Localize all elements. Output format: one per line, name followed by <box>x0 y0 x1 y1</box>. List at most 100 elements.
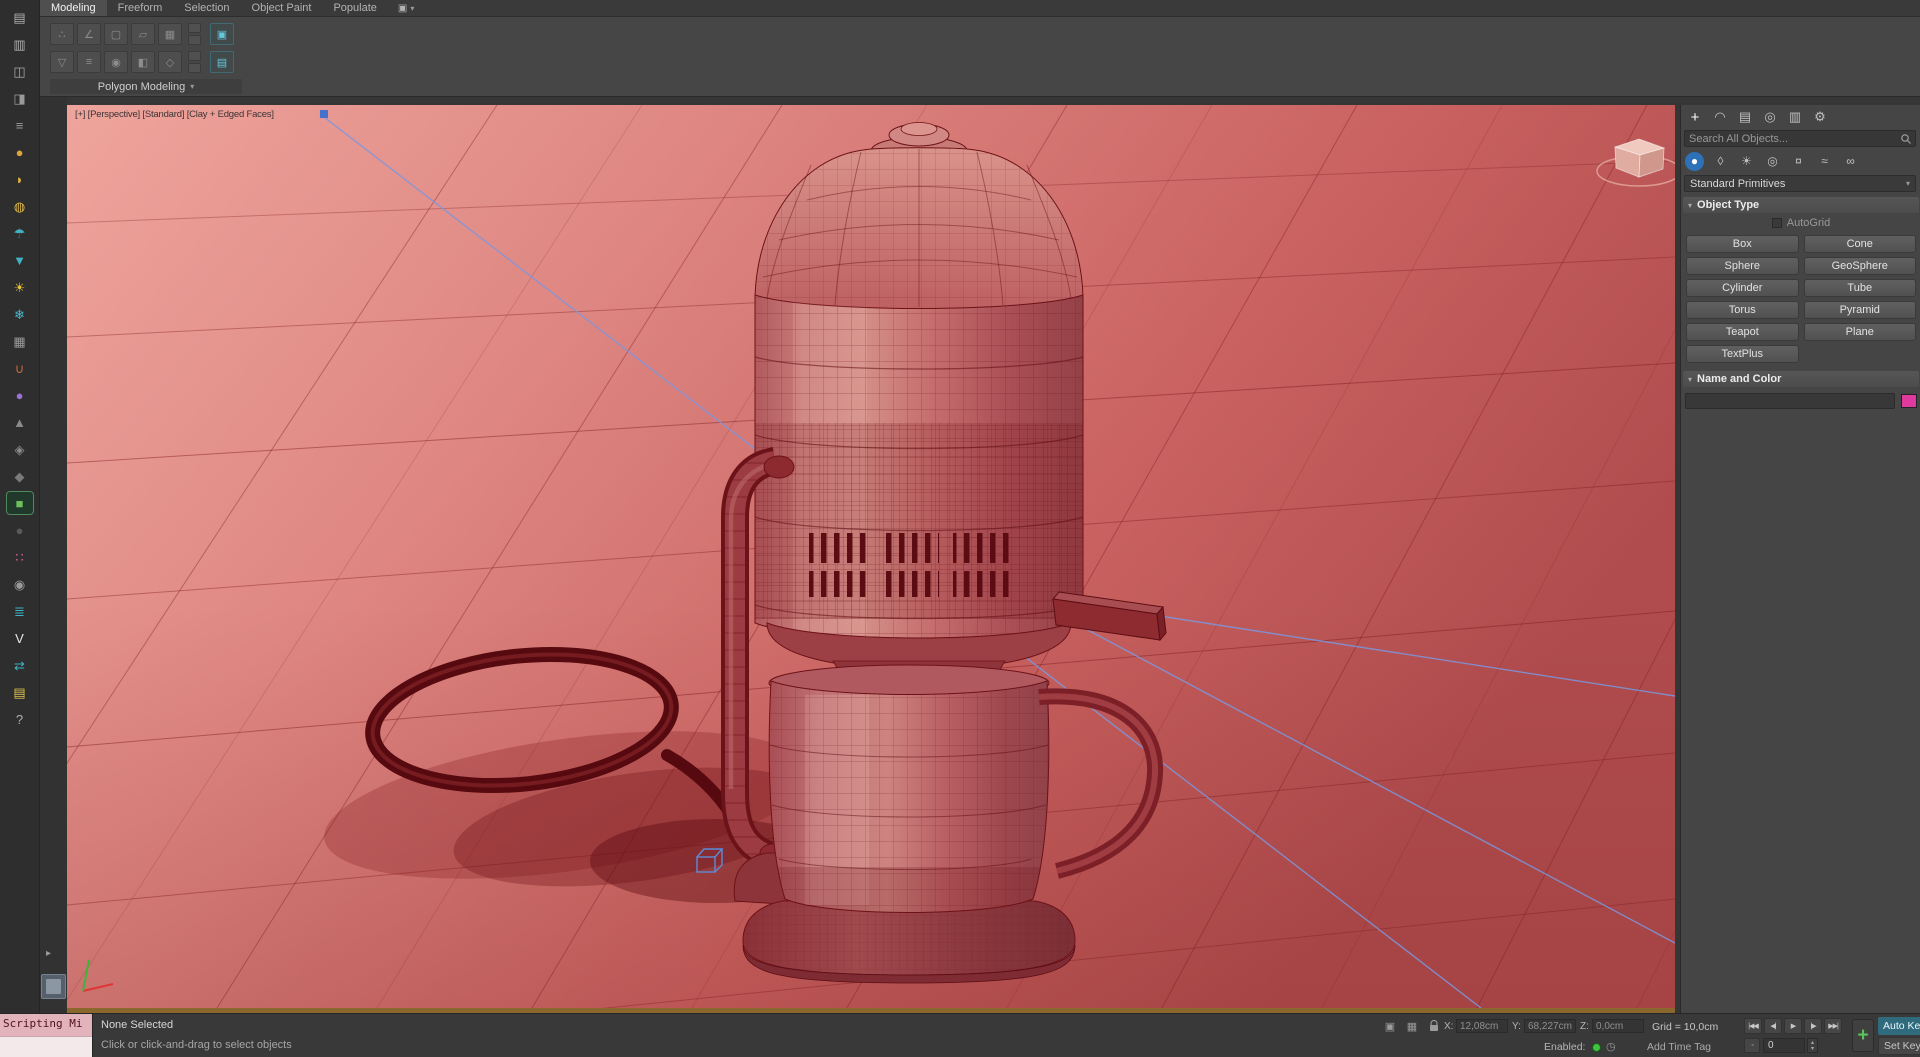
ribbon-display-menu[interactable]: ▣ ▾ <box>388 0 424 16</box>
current-frame-field[interactable] <box>1763 1038 1805 1053</box>
tab-freeform[interactable]: Freeform <box>107 0 174 16</box>
time-tag-clock-icon[interactable]: ◷ <box>1606 1040 1616 1053</box>
use-soft-selection-button[interactable]: ◉ <box>104 51 128 73</box>
ribbon-mini-button[interactable] <box>188 35 201 45</box>
textplus-button[interactable]: TextPlus <box>1686 345 1799 363</box>
toolbar-dock-icon[interactable]: ◫ <box>7 60 33 82</box>
motion-tab[interactable]: ◎ <box>1758 107 1782 127</box>
ribbon-mini-button[interactable] <box>188 63 201 73</box>
object-name-input[interactable] <box>1685 393 1895 409</box>
modify-tab[interactable]: ◠ <box>1708 107 1732 127</box>
go-to-end-button[interactable]: ▶▶| <box>1824 1018 1842 1034</box>
material-editor-icon[interactable]: ● <box>7 141 33 163</box>
utilities-tab[interactable]: ⚙ <box>1808 107 1832 127</box>
y-coord-field[interactable] <box>1524 1019 1576 1033</box>
viewport-label-menus[interactable]: [+] [Perspective] [Standard] [Clay + Edg… <box>75 109 274 120</box>
previous-frame-button[interactable]: ◀| <box>1764 1018 1782 1034</box>
vray-toolbar-icon[interactable]: V <box>7 627 33 649</box>
torus-button[interactable]: Torus <box>1686 301 1799 319</box>
auto-key-button[interactable]: Auto Key <box>1878 1017 1920 1035</box>
border-mode-button[interactable]: ▢ <box>104 23 128 45</box>
isolate-mode-icon[interactable]: ■ <box>5 491 34 515</box>
snaps-toggle-button[interactable]: ▦ <box>1404 1019 1420 1033</box>
rendered-frame-icon[interactable]: ◍ <box>7 195 33 217</box>
isolate-selection-button[interactable]: ▣ <box>1382 1019 1398 1033</box>
geosphere-button[interactable]: GeoSphere <box>1803 257 1916 275</box>
mirror-tool-icon[interactable]: ◨ <box>7 87 33 109</box>
shapes-category[interactable]: ◊ <box>1711 152 1730 171</box>
camera-tool-icon[interactable]: ◉ <box>7 573 33 595</box>
x-coord-field[interactable] <box>1456 1019 1508 1033</box>
notes-icon[interactable]: ▤ <box>7 681 33 703</box>
object-type-rollout[interactable]: ▾ Object Type <box>1683 197 1919 213</box>
key-mode-toggle-button[interactable]: ◦ <box>1744 1038 1760 1053</box>
pin-stack-button[interactable]: ▽ <box>50 51 74 73</box>
add-time-tag[interactable]: Add Time Tag <box>1647 1041 1711 1053</box>
viewport[interactable]: [+] [Perspective] [Standard] [Clay + Edg… <box>67 105 1675 1008</box>
scene-explorer-icon[interactable]: ▤ <box>7 6 33 28</box>
environment-icon[interactable]: ☂ <box>7 222 33 244</box>
sphere-tool-icon[interactable]: ● <box>7 384 33 406</box>
show-end-result-button[interactable]: ≡ <box>77 51 101 73</box>
expand-tray-arrow[interactable]: ▸ <box>46 948 51 959</box>
cameras-category[interactable]: ◎ <box>1763 152 1782 171</box>
tab-object-paint[interactable]: Object Paint <box>241 0 323 16</box>
element-mode-button[interactable]: ▦ <box>158 23 182 45</box>
create-tab[interactable]: + <box>1683 107 1707 127</box>
create-key-button[interactable]: + <box>1852 1019 1874 1052</box>
light-lister-icon[interactable]: ☀ <box>7 276 33 298</box>
render-setup-icon[interactable]: ◗ <box>7 168 33 190</box>
ribbon-mini-button[interactable] <box>188 23 201 33</box>
maxscript-mini-listener[interactable]: Scripting Mi <box>0 1014 93 1057</box>
layers-icon[interactable]: ≣ <box>7 600 33 622</box>
set-key-button[interactable]: Set Key <box>1878 1037 1920 1055</box>
magnet-snap-icon[interactable]: ∪ <box>7 357 33 379</box>
help-icon[interactable]: ? <box>7 708 33 730</box>
object-color-swatch[interactable] <box>1901 394 1917 408</box>
swap-arrows-icon[interactable]: ⇄ <box>7 654 33 676</box>
align-tool-icon[interactable]: ≡ <box>7 114 33 136</box>
go-to-start-button[interactable]: |◀◀ <box>1744 1018 1762 1034</box>
preview-subobjects-button[interactable]: ◇ <box>158 51 182 73</box>
listener-script-row[interactable] <box>0 1036 92 1057</box>
viewport-layout-tab[interactable] <box>41 974 66 999</box>
helpers-category[interactable]: ¤ <box>1789 152 1808 171</box>
cylinder-button[interactable]: Cylinder <box>1686 279 1799 297</box>
layer-manager-icon[interactable]: ▥ <box>7 33 33 55</box>
vertex-mode-button[interactable]: ∴ <box>50 23 74 45</box>
geometry-category[interactable]: ● <box>1685 151 1704 171</box>
systems-category[interactable]: ∞ <box>1841 152 1860 171</box>
snowflake-icon[interactable]: ❄ <box>7 303 33 325</box>
tab-modeling[interactable]: Modeling <box>40 0 107 16</box>
cone-button[interactable]: Cone <box>1803 235 1916 253</box>
dark-sphere-icon[interactable]: ● <box>7 519 33 541</box>
effects-icon[interactable]: ▼ <box>7 249 33 271</box>
play-button[interactable]: ▶ <box>1784 1018 1802 1034</box>
grid-snap-icon[interactable]: ▦ <box>7 330 33 352</box>
tab-selection[interactable]: Selection <box>173 0 240 16</box>
hierarchy-tab[interactable]: ▤ <box>1733 107 1757 127</box>
space-warps-category[interactable]: ≈ <box>1815 152 1834 171</box>
shaded-faces-button[interactable]: ◧ <box>131 51 155 73</box>
autogrid-checkbox[interactable] <box>1771 218 1782 228</box>
viewport-scene[interactable] <box>67 105 1675 1008</box>
name-color-rollout[interactable]: ▾ Name and Color <box>1683 371 1919 387</box>
spinner-down-icon[interactable]: ▾ <box>1811 1046 1814 1052</box>
box-button[interactable]: Box <box>1686 235 1799 253</box>
selection-lock-button[interactable] <box>1426 1019 1442 1033</box>
search-input[interactable] <box>1685 132 1900 145</box>
compound-tool-icon[interactable]: ◆ <box>7 465 33 487</box>
lights-category[interactable]: ☀ <box>1737 152 1756 171</box>
polygon-mode-button[interactable]: ▱ <box>131 23 155 45</box>
shapes-tool-icon[interactable]: ◈ <box>7 438 33 460</box>
z-coord-field[interactable] <box>1592 1019 1644 1033</box>
edit-poly-mode-button[interactable]: ▣ <box>210 23 234 45</box>
ribbon-mini-button[interactable] <box>188 51 201 61</box>
teapot-button[interactable]: Teapot <box>1686 323 1799 341</box>
particles-icon[interactable]: ∷ <box>7 546 33 568</box>
polygon-modeling-panel-label[interactable]: Polygon Modeling ▾ <box>50 79 242 94</box>
listener-macro-row[interactable]: Scripting Mi <box>0 1014 92 1036</box>
collapse-stack-button[interactable]: ▤ <box>210 51 234 73</box>
pyramid-button[interactable]: Pyramid <box>1803 301 1916 319</box>
tab-populate[interactable]: Populate <box>322 0 387 16</box>
